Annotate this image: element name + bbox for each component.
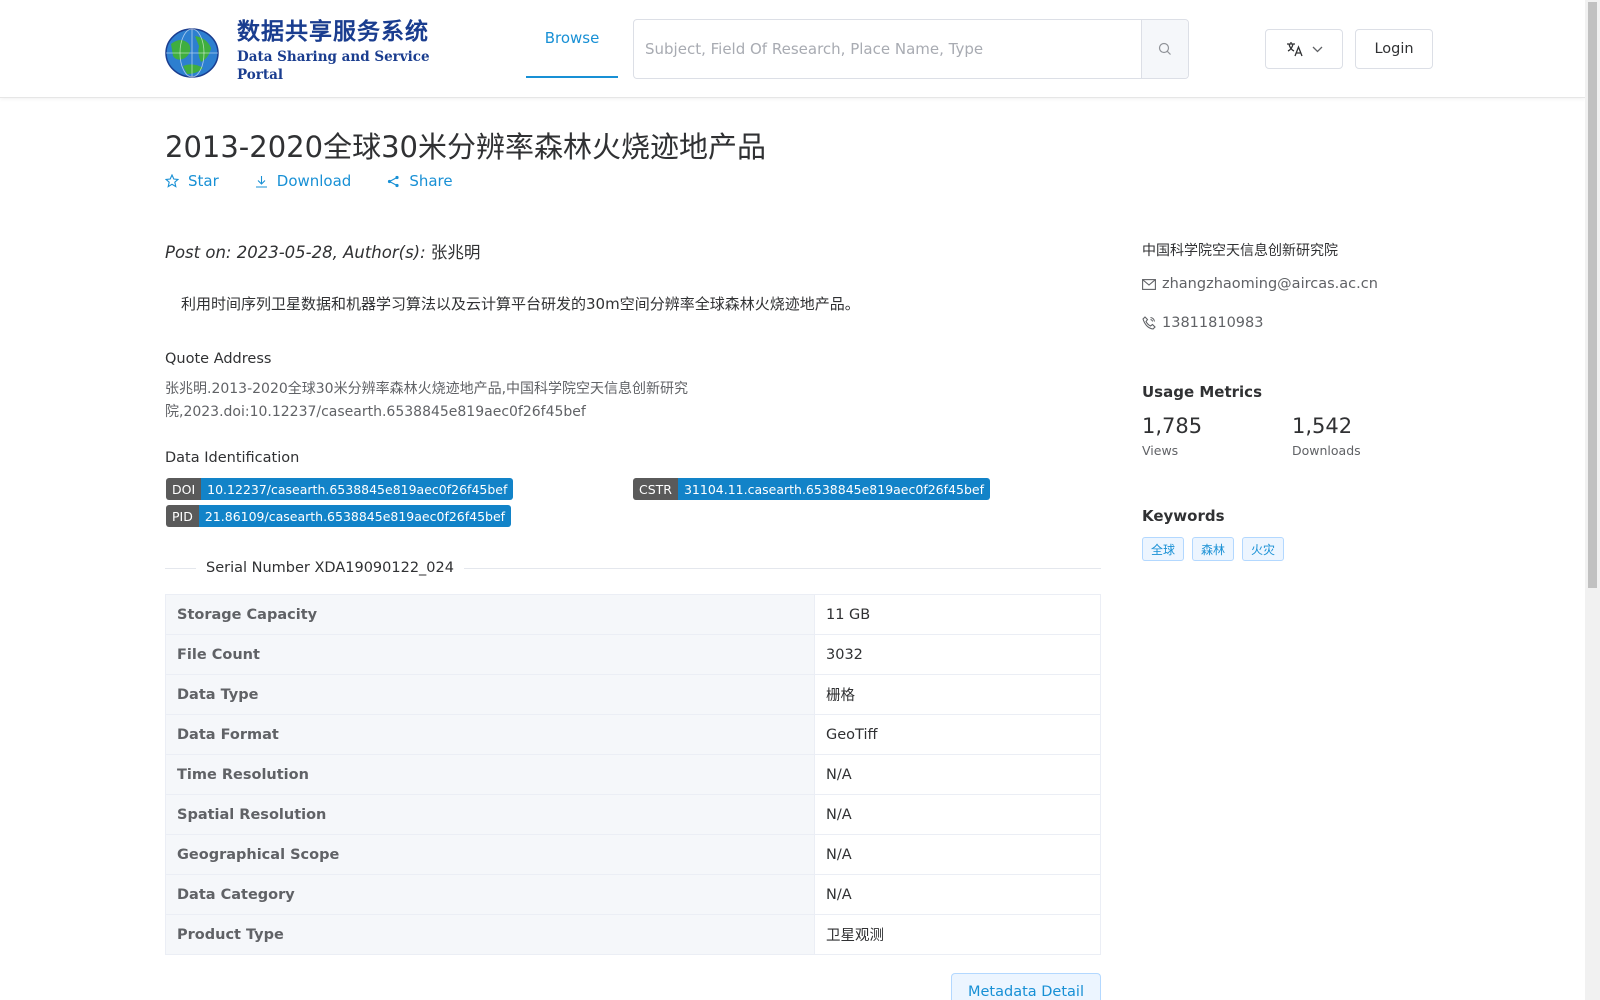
table-row: Storage Capacity 11 GB — [165, 594, 1101, 635]
share-icon — [388, 175, 399, 187]
keywords-heading: Keywords — [1142, 507, 1225, 525]
login-button[interactable]: Login — [1355, 29, 1433, 69]
table-row: File Count 3032 — [165, 634, 1101, 675]
globe-logo-icon — [165, 28, 219, 78]
scrollbar-thumb[interactable] — [1588, 2, 1597, 588]
search-icon — [1158, 42, 1171, 55]
pid-tag[interactable]: PID 21.86109/casearth.6538845e819aec0f26… — [166, 505, 512, 527]
doi-key: DOI — [166, 478, 202, 500]
cstr-tag[interactable]: CSTR 31104.11.casearth.6538845e819aec0f2… — [633, 478, 990, 500]
table-row: Time Resolution N/A — [165, 754, 1101, 795]
phone-text: 13811810983 — [1162, 315, 1264, 331]
usage-metrics-heading: Usage Metrics — [1142, 383, 1262, 401]
nav-browse-tab[interactable]: Browse — [526, 0, 618, 78]
identification-heading: Data Identification — [165, 450, 300, 466]
organization-name: 中国科学院空天信息创新研究院 — [1142, 243, 1338, 259]
dataset-actions: Star Download Share — [165, 172, 453, 190]
spec-key: Time Resolution — [165, 754, 815, 795]
star-button[interactable]: Star — [165, 172, 219, 190]
spec-key: Geographical Scope — [165, 834, 815, 875]
doi-tag[interactable]: DOI 10.12237/casearth.6538845e819aec0f26… — [166, 478, 514, 500]
downloads-count: 1,542 — [1292, 414, 1353, 438]
table-row: Data Type 栅格 — [165, 674, 1101, 715]
doi-value: 10.12237/casearth.6538845e819aec0f26f45b… — [201, 478, 514, 500]
keywords-list: 全球 森林 火灾 — [1142, 537, 1285, 561]
download-button[interactable]: Download — [255, 172, 352, 190]
spec-value: N/A — [814, 834, 1101, 875]
views-label: Views — [1142, 443, 1179, 458]
dataset-description: 利用时间序列卫星数据和机器学习算法以及云计算平台研发的30m空间分辨率全球森林火… — [181, 295, 860, 313]
serial-number: Serial Number XDA19090122_024 — [196, 560, 464, 576]
pid-value: 21.86109/casearth.6538845e819aec0f26f45b… — [198, 505, 512, 527]
download-icon — [255, 175, 267, 188]
spec-key: File Count — [165, 634, 815, 675]
downloads-metric: 1,542 Downloads — [1292, 414, 1361, 458]
quote-heading: Quote Address — [165, 351, 272, 367]
mail-icon — [1142, 278, 1156, 290]
spec-value: GeoTiff — [814, 714, 1101, 755]
share-label: Share — [409, 172, 453, 190]
language-dropdown[interactable] — [1265, 29, 1343, 69]
star-label: Star — [188, 172, 219, 190]
page-scrollbar[interactable] — [1585, 0, 1600, 1000]
dataset-title: 2013-2020全球30米分辨率森林火烧迹地产品 — [165, 130, 766, 164]
download-label: Download — [276, 172, 352, 190]
translate-icon — [1286, 42, 1303, 57]
keyword-tag[interactable]: 火灾 — [1242, 537, 1285, 561]
spec-value: N/A — [814, 874, 1101, 915]
downloads-label: Downloads — [1292, 443, 1361, 458]
keyword-tag[interactable]: 森林 — [1192, 537, 1235, 561]
metadata-detail-button[interactable]: Metadata Detail — [951, 973, 1101, 1000]
spec-key: Data Format — [165, 714, 815, 755]
spec-key: Spatial Resolution — [165, 794, 815, 835]
spec-value: 栅格 — [814, 674, 1101, 715]
post-date: Post on: 2023-05-28, Author(s): — [165, 243, 431, 262]
spec-value: 卫星观测 — [814, 914, 1101, 955]
specs-table: Storage Capacity 11 GB File Count 3032 Dat… — [165, 594, 1101, 955]
share-button[interactable]: Share — [387, 172, 453, 190]
contact-email[interactable]: zhangzhaoming@aircas.ac.cn — [1142, 276, 1378, 292]
table-row: Spatial Resolution N/A — [165, 794, 1101, 835]
views-metric: 1,785 Views — [1142, 414, 1202, 458]
contact-phone: 13811810983 — [1142, 315, 1263, 331]
search-button[interactable] — [1141, 20, 1188, 78]
top-header: 数据共享服务系统 Data Sharing and Service Portal… — [0, 0, 1585, 98]
spec-key: Data Category — [165, 874, 815, 915]
spec-value: 3032 — [814, 634, 1101, 675]
views-count: 1,785 — [1142, 414, 1203, 438]
logo-title-cn: 数据共享服务系统 — [237, 19, 429, 45]
table-row: Data Category N/A — [165, 874, 1101, 915]
quote-text: 张兆明.2013-2020全球30米分辨率森林火烧迹地产品,中国科学院空天信息创… — [165, 381, 689, 420]
site-logo[interactable]: 数据共享服务系统 Data Sharing and Service Portal — [153, 19, 443, 83]
post-info: Post on: 2023-05-28, Author(s): 张兆明 — [165, 239, 480, 263]
spec-key: Data Type — [165, 674, 815, 715]
table-row: Data Format GeoTiff — [165, 714, 1101, 755]
author-name: 张兆明 — [430, 243, 481, 262]
cstr-key: CSTR — [633, 478, 678, 500]
cstr-value: 31104.11.casearth.6538845e819aec0f26f45b… — [677, 478, 990, 500]
search-box — [633, 19, 1189, 79]
phone-icon — [1142, 316, 1156, 330]
spec-key: Storage Capacity — [165, 594, 815, 635]
spec-key: Product Type — [165, 914, 815, 955]
logo-title-en: Data Sharing and Service Portal — [237, 49, 430, 83]
email-text: zhangzhaoming@aircas.ac.cn — [1162, 276, 1378, 292]
chevron-down-icon — [1312, 46, 1322, 52]
spec-value: N/A — [814, 754, 1101, 795]
search-input[interactable] — [634, 20, 1141, 78]
keyword-tag[interactable]: 全球 — [1142, 537, 1185, 561]
star-icon — [165, 174, 179, 188]
pid-key: PID — [166, 505, 199, 527]
table-row: Product Type 卫星观测 — [165, 914, 1101, 955]
spec-value: 11 GB — [814, 594, 1101, 635]
spec-value: N/A — [814, 794, 1101, 835]
table-row: Geographical Scope N/A — [165, 834, 1101, 875]
